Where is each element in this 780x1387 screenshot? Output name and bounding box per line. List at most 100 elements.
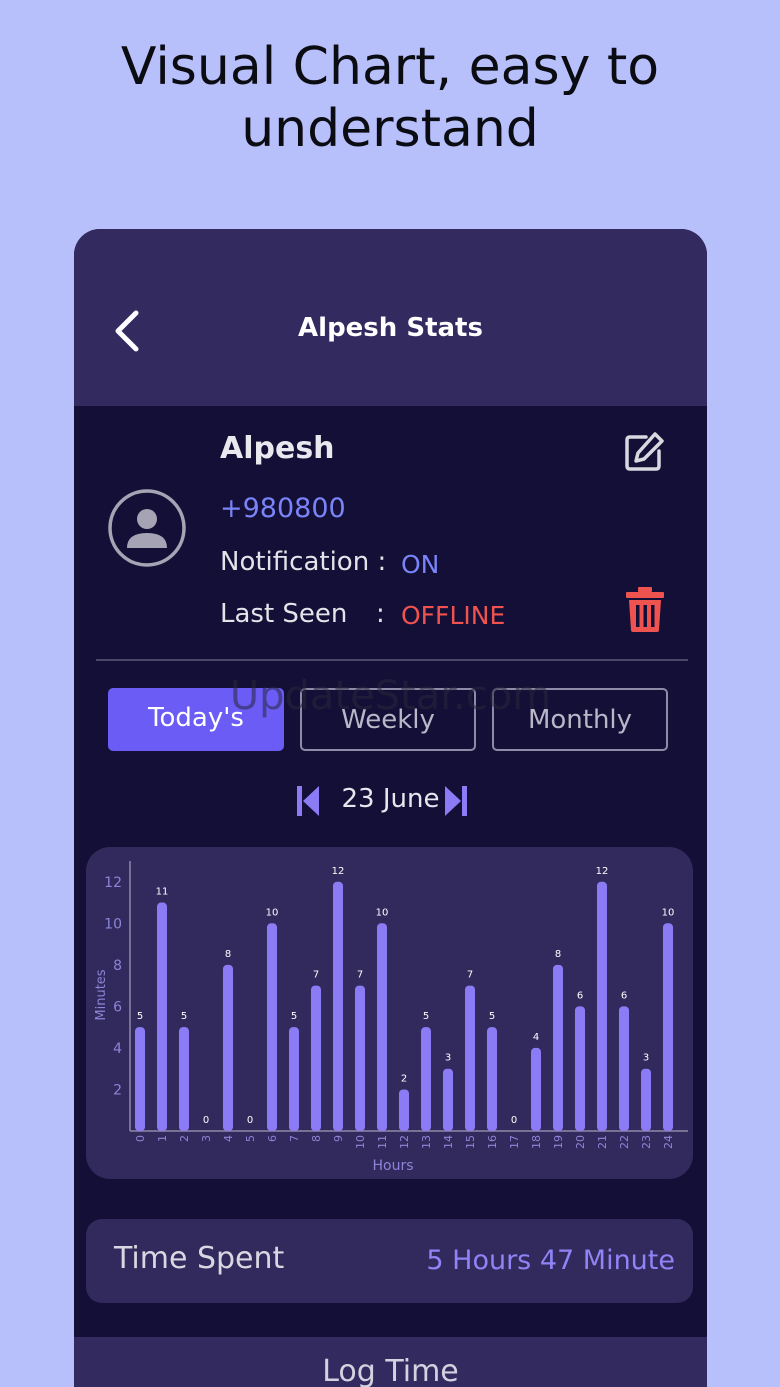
bar-hour-21	[597, 881, 607, 1131]
bar-hour-4	[223, 964, 233, 1131]
y-tick-label: 4	[113, 1041, 122, 1057]
bar-hour-23	[641, 1068, 651, 1131]
data-label-hour-0: 5	[137, 1011, 143, 1022]
data-label-hour-13: 5	[423, 1011, 429, 1022]
x-tick-label: 10	[354, 1135, 367, 1149]
headline-line-1: Visual Chart, easy to	[120, 37, 660, 97]
headline-line-2: understand	[241, 99, 539, 159]
x-tick-label: 18	[530, 1135, 543, 1149]
bar-hour-13	[421, 1027, 431, 1131]
tab-weekly[interactable]: Weekly	[300, 688, 476, 751]
x-tick-label: 13	[420, 1135, 433, 1149]
log-time-button[interactable]: Log Time	[74, 1337, 707, 1387]
last-seen-value: OFFLINE	[401, 601, 506, 630]
date-navigator: 23 June	[74, 782, 707, 822]
x-tick-label: 12	[398, 1135, 411, 1149]
bar-hour-11	[377, 923, 387, 1131]
tab-monthly[interactable]: Monthly	[492, 688, 668, 751]
y-tick-label: 8	[113, 958, 122, 974]
x-tick-label: 3	[200, 1135, 213, 1142]
x-tick-label: 14	[442, 1135, 455, 1149]
notification-value[interactable]: ON	[401, 550, 439, 579]
last-seen-colon: :	[376, 599, 385, 629]
x-tick-label: 0	[134, 1135, 147, 1142]
x-tick-label: 17	[508, 1135, 521, 1149]
x-axis-title: Hours	[372, 1158, 413, 1174]
x-tick-label: 24	[662, 1135, 675, 1149]
data-label-hour-8: 7	[313, 970, 319, 981]
bar-hour-14	[443, 1068, 453, 1131]
x-tick-label: 15	[464, 1135, 477, 1149]
x-tick-label: 2	[178, 1135, 191, 1142]
data-label-hour-2: 5	[181, 1011, 187, 1022]
delete-button[interactable]	[624, 585, 666, 633]
divider	[96, 659, 688, 661]
bar-hour-9	[333, 881, 343, 1131]
next-date-button[interactable]	[445, 786, 467, 816]
current-date: 23 June	[341, 784, 440, 814]
bar-hour-7	[289, 1027, 299, 1131]
bar-hour-24	[663, 923, 673, 1131]
bar-hour-10	[355, 985, 365, 1131]
data-label-hour-5: 0	[247, 1115, 253, 1126]
data-label-hour-1: 11	[156, 887, 169, 898]
edit-icon	[625, 432, 664, 471]
edit-button[interactable]	[622, 429, 666, 475]
data-label-hour-18: 4	[533, 1032, 539, 1043]
person-circle-icon[interactable]	[107, 488, 187, 568]
bar-hour-0	[135, 1027, 145, 1131]
last-seen-label: Last Seen	[220, 599, 348, 629]
data-label-hour-17: 0	[511, 1115, 517, 1126]
hourly-chart-card: 2 4 6 8 10 12 Minutes Hours 5 0 11 1 5 2 0 3 8 4 0 5 10 6 5 7 7 8…	[86, 847, 693, 1179]
skip-previous-icon	[297, 786, 319, 816]
time-spent-card: Time Spent 5 Hours 47 Minute	[86, 1219, 693, 1303]
app-bar: Alpesh Stats	[74, 229, 707, 406]
bar-hour-6	[267, 923, 277, 1131]
x-tick-label: 9	[332, 1135, 345, 1142]
bar-hour-19	[553, 964, 563, 1131]
data-label-hour-24: 10	[662, 907, 675, 918]
x-tick-label: 21	[596, 1135, 609, 1149]
headline: Visual Chart, easy to understand	[0, 36, 780, 160]
x-tick-label: 11	[376, 1135, 389, 1149]
x-tick-label: 8	[310, 1135, 323, 1142]
x-tick-label: 5	[244, 1135, 257, 1142]
trash-icon	[626, 587, 664, 632]
data-label-hour-12: 2	[401, 1073, 407, 1084]
x-tick-label: 19	[552, 1135, 565, 1149]
data-label-hour-23: 3	[643, 1053, 649, 1064]
x-tick-label: 22	[618, 1135, 631, 1149]
bar-hour-22	[619, 1006, 629, 1131]
user-phone[interactable]: +980800	[220, 493, 346, 524]
y-axis-title: Minutes	[94, 969, 109, 1020]
x-tick-label: 6	[266, 1135, 279, 1142]
data-label-hour-11: 10	[376, 907, 389, 918]
bar-hour-1	[157, 902, 167, 1131]
x-tick-label: 1	[156, 1135, 169, 1142]
bar-hour-8	[311, 985, 321, 1131]
data-label-hour-3: 0	[203, 1115, 209, 1126]
page-title: Alpesh Stats	[298, 313, 483, 343]
y-tick-label: 2	[113, 1082, 122, 1098]
tab-todays[interactable]: Today's	[108, 688, 284, 751]
data-label-hour-16: 5	[489, 1011, 495, 1022]
data-label-hour-21: 12	[596, 866, 609, 877]
data-label-hour-19: 8	[555, 949, 561, 960]
y-tick-label: 10	[104, 916, 122, 932]
data-label-hour-7: 5	[291, 1011, 297, 1022]
bar-hour-15	[465, 985, 475, 1131]
hourly-bar-chart: 24681012MinutesHours50111520384051065778…	[94, 861, 688, 1174]
previous-date-button[interactable]	[297, 786, 319, 816]
x-tick-label: 20	[574, 1135, 587, 1149]
x-tick-label: 16	[486, 1135, 499, 1149]
data-label-hour-14: 3	[445, 1053, 451, 1064]
data-label-hour-22: 6	[621, 990, 627, 1001]
y-tick-label: 12	[104, 875, 122, 891]
time-spent-value: 5 Hours 47 Minute	[426, 1245, 675, 1276]
data-label-hour-9: 12	[332, 866, 345, 877]
bar-hour-2	[179, 1027, 189, 1131]
x-tick-label: 7	[288, 1135, 301, 1142]
data-label-hour-20: 6	[577, 990, 583, 1001]
phone-screen: Alpesh Stats Alpesh +980800 Notification…	[74, 229, 707, 1387]
data-label-hour-10: 7	[357, 970, 363, 981]
